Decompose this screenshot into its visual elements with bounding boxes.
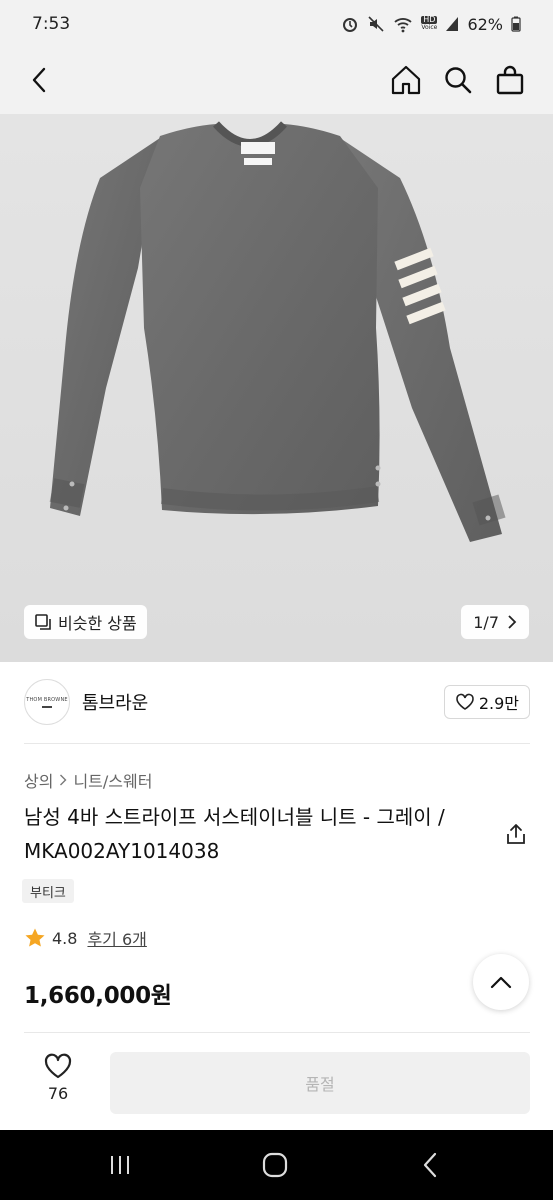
chevron-up-icon [490, 976, 512, 989]
status-time: 7:53 [32, 14, 71, 34]
shopping-bag-icon [496, 65, 524, 95]
product-image-gallery[interactable]: 비슷한 상품 1/7 [0, 114, 553, 662]
home-nav-button[interactable] [259, 1150, 291, 1180]
rating-row[interactable]: 4.8 후기 6개 [24, 926, 147, 950]
scroll-top-button[interactable] [473, 954, 529, 1010]
heart-icon [456, 693, 474, 710]
heart-icon [44, 1053, 72, 1079]
brand-logo[interactable]: THOM BROWNE [24, 679, 70, 725]
brand-row[interactable]: THOM BROWNE 톰브라운 2.9만 [24, 678, 530, 726]
divider [24, 743, 530, 744]
copy-icon [35, 614, 51, 630]
home-circle-icon [262, 1152, 288, 1178]
wishlist-button[interactable]: 76 [28, 1052, 88, 1103]
back-button[interactable] [18, 58, 62, 102]
brand-like-button[interactable]: 2.9만 [443, 685, 530, 719]
home-icon [391, 65, 421, 95]
rating-value: 4.8 [52, 928, 78, 948]
brand-like-count: 2.9만 [478, 694, 519, 713]
chevron-right-icon [60, 774, 67, 786]
reviews-link[interactable]: 후기 6개 [87, 926, 146, 950]
breadcrumb-level2[interactable]: 니트/스웨터 [73, 768, 152, 792]
wishlist-count: 76 [47, 1084, 69, 1103]
brand-logo-text: THOM BROWNE [26, 696, 68, 703]
sweater-image [49, 121, 506, 542]
alarm-icon [343, 18, 358, 32]
similar-products-button[interactable]: 비슷한 상품 [24, 605, 147, 639]
signal-icon [446, 17, 459, 31]
battery-percent: 62% [467, 14, 503, 34]
hd-voice-icon: HD Voice [421, 15, 438, 32]
battery-icon [511, 16, 521, 32]
star-icon [25, 928, 45, 947]
divider [24, 1032, 530, 1033]
chevron-left-icon [32, 67, 46, 93]
breadcrumb-level1[interactable]: 상의 [24, 768, 53, 792]
top-nav [0, 48, 553, 114]
recent-apps-icon [111, 1156, 129, 1174]
back-chevron-icon [423, 1152, 437, 1178]
brand-name[interactable]: 톰브라운 [82, 689, 444, 715]
brand-logo-mark [42, 705, 52, 708]
breadcrumb: 상의 니트/스웨터 [24, 768, 152, 792]
price: 1,660,000원 [24, 983, 172, 1009]
cart-button[interactable] [488, 58, 532, 102]
boutique-tag: 부티크 [22, 879, 74, 903]
home-button[interactable] [384, 58, 428, 102]
chevron-right-icon [508, 615, 517, 629]
search-button[interactable] [436, 58, 480, 102]
similar-products-label: 비슷한 상품 [58, 614, 137, 633]
voice-label: Voice [421, 24, 438, 31]
android-nav-bar [0, 1130, 553, 1200]
back-nav-button[interactable] [414, 1150, 446, 1180]
image-counter[interactable]: 1/7 [461, 605, 529, 639]
recent-apps-button[interactable] [104, 1150, 136, 1180]
bottom-action-bar: 76 품절 [0, 1036, 553, 1130]
wifi-icon [394, 18, 412, 33]
product-title: 남성 4바 스트라이프 서스테이너블 니트 - 그레이 / MKA002AY10… [24, 805, 445, 863]
image-counter-text: 1/7 [473, 612, 499, 632]
soldout-button[interactable]: 품절 [110, 1052, 530, 1114]
search-icon [445, 67, 472, 94]
status-icons: HD Voice 62% [341, 15, 521, 34]
hd-label: HD [421, 15, 438, 24]
status-bar: 7:53 HD Voice 62% [0, 0, 553, 48]
mute-icon [368, 16, 384, 32]
share-icon[interactable] [504, 822, 528, 846]
